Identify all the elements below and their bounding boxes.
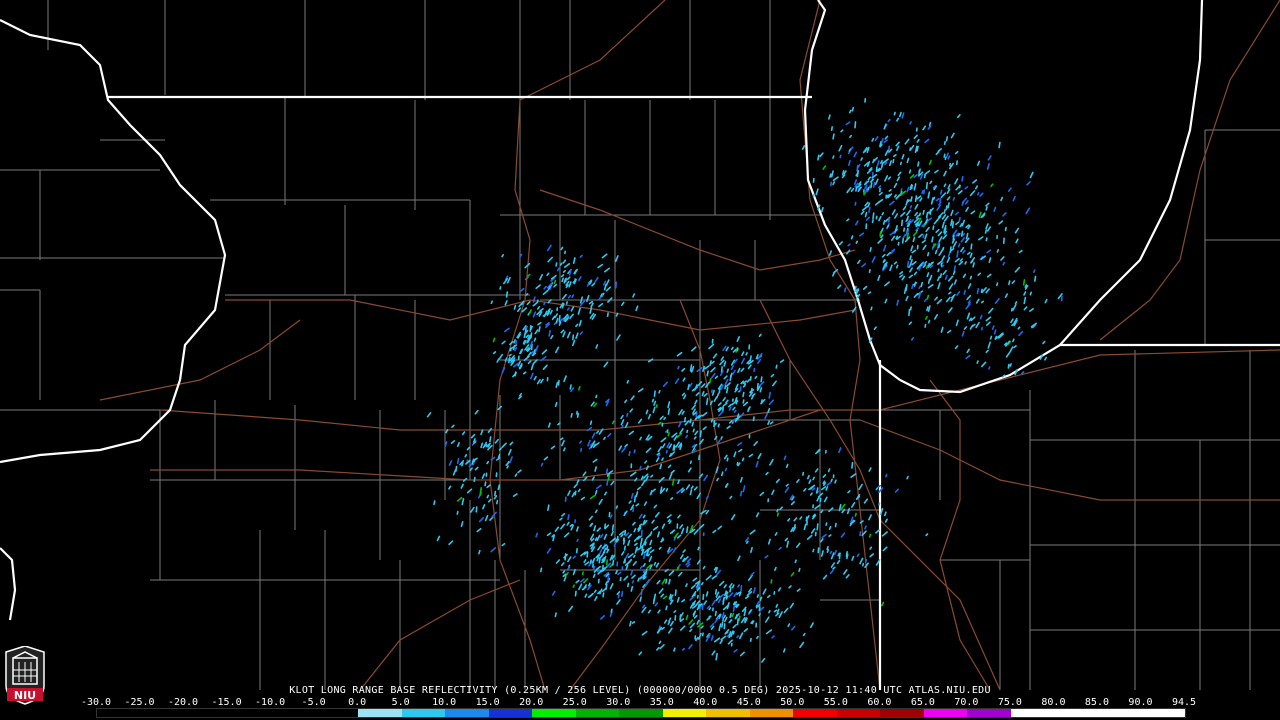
colorbar-segment	[1141, 709, 1185, 717]
colorbar-label: 90.0	[1128, 697, 1153, 708]
colorbar-segment	[271, 709, 315, 717]
colorbar-label: 25.0	[562, 697, 587, 708]
colorbar-segment	[967, 709, 1011, 717]
colorbar-label: -15.0	[211, 697, 242, 708]
colorbar-segment	[880, 709, 924, 717]
colorbar-label: 50.0	[780, 697, 805, 708]
product-caption: KLOT LONG RANGE BASE REFLECTIVITY (0.25K…	[289, 685, 991, 696]
colorbar-label: 55.0	[823, 697, 848, 708]
colorbar-segment	[836, 709, 881, 717]
colorbar-label: 75.0	[997, 697, 1022, 708]
colorbar-label: 30.0	[606, 697, 631, 708]
colorbar-segment	[140, 709, 185, 717]
colorbar-segment	[97, 709, 141, 717]
radar-map	[0, 0, 1280, 720]
colorbar-label: 15.0	[475, 697, 500, 708]
colorbar-segment	[488, 709, 533, 717]
colorbar-segment	[575, 709, 620, 717]
colorbar-label: 94.5	[1171, 697, 1197, 708]
colorbar-segment	[227, 709, 272, 717]
colorbar-label: 80.0	[1041, 697, 1066, 708]
colorbar-segment	[619, 709, 663, 717]
colorbar-label: 10.0	[432, 697, 457, 708]
colorbar-labels: -30.0 -25.0 -20.0 -15.0 -10.0 -5.0 0.0 5.0 10.0 1…	[81, 697, 1197, 708]
colorbar-segment	[662, 709, 707, 717]
colorbar-label: 70.0	[954, 697, 979, 708]
colorbar-label: 20.0	[519, 697, 544, 708]
colorbar-segment	[706, 709, 750, 717]
colorbar-label: -20.0	[167, 697, 199, 708]
colorbar-segment	[923, 709, 968, 717]
colorbar-segment	[532, 709, 576, 717]
colorbar-segment	[314, 709, 359, 717]
colorbar-label: -30.0	[80, 697, 112, 708]
colorbar-label: 60.0	[867, 697, 892, 708]
colorbar-label: 85.0	[1084, 697, 1109, 708]
colorbar-label: 5.0	[391, 697, 410, 708]
colorbar-segment	[401, 709, 446, 717]
colorbar-label: 35.0	[649, 697, 674, 708]
colorbar-segment	[445, 709, 489, 717]
colorbar-label: 40.0	[693, 697, 718, 708]
colorbar-segment	[1054, 709, 1098, 717]
colorbar-label: 45.0	[736, 697, 761, 708]
colorbar-label: -25.0	[124, 697, 155, 708]
colorbar-label: -5.0	[301, 697, 326, 708]
colorbar-segment	[358, 709, 402, 717]
reflectivity-colorbar	[96, 708, 1186, 718]
colorbar-label: 65.0	[910, 697, 935, 708]
colorbar-label: -10.0	[255, 697, 286, 708]
niu-logo: NIU	[5, 646, 45, 705]
colorbar-segment	[749, 709, 794, 717]
colorbar-segment	[1010, 709, 1055, 717]
colorbar-segment	[184, 709, 228, 717]
colorbar-segment	[1097, 709, 1142, 717]
niu-logo-text: NIU	[14, 689, 36, 702]
colorbar-label: 0.0	[348, 697, 367, 708]
colorbar-segment	[793, 709, 837, 717]
